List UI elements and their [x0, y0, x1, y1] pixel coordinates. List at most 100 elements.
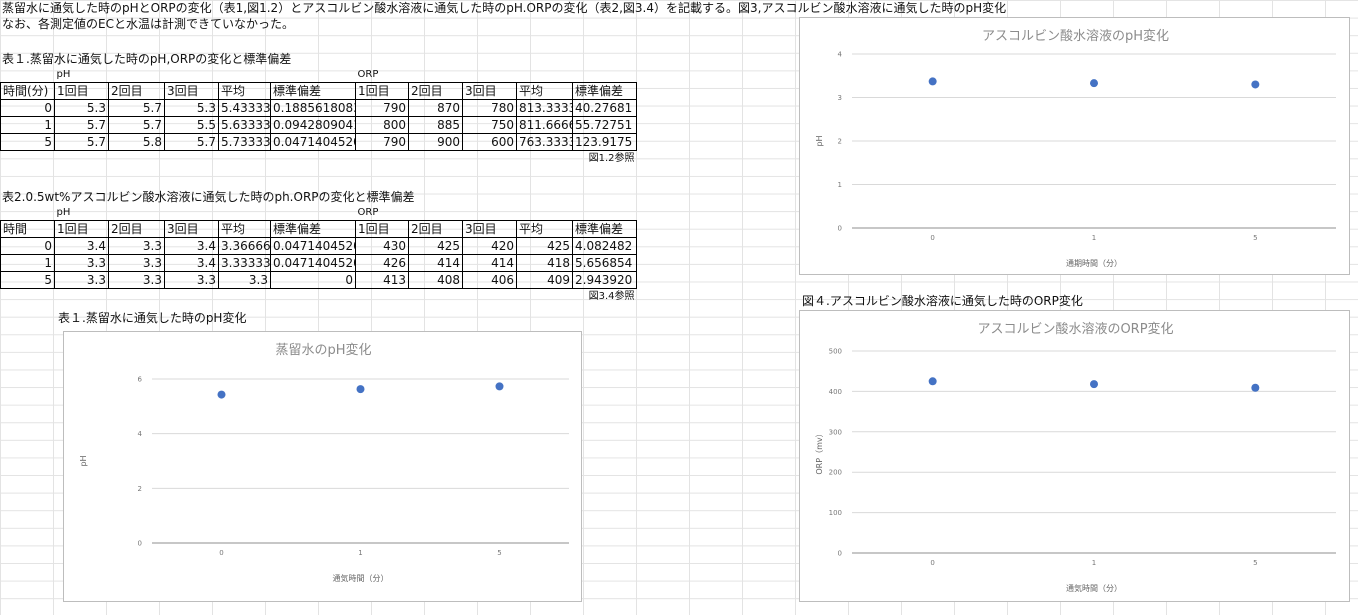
- table2-header-cell[interactable]: 平均: [218, 220, 271, 238]
- table2-cell[interactable]: 3.3: [108, 254, 165, 272]
- table1-header-cell[interactable]: 2回目: [408, 82, 463, 100]
- table1-cell[interactable]: 790: [355, 99, 409, 117]
- table1-header-cell[interactable]: 標準偏差: [572, 82, 637, 100]
- table2-cell[interactable]: 5.656854: [572, 254, 637, 272]
- table1-cell[interactable]: 800: [355, 116, 409, 134]
- table2-cell[interactable]: 1: [0, 254, 55, 272]
- table1-cell[interactable]: 780: [462, 99, 517, 117]
- table2-cell[interactable]: 3.4: [164, 254, 219, 272]
- chart-ascorbic-orp[interactable]: アスコルビン酸水溶液のORP変化 0 100 200 300 400 500 0 1 5 通気時間（…: [799, 310, 1350, 602]
- table2-header-cell[interactable]: 2回目: [108, 220, 165, 238]
- table1-cell[interactable]: 870: [408, 99, 463, 117]
- table1-group-orp[interactable]: ORP: [356, 68, 409, 83]
- table2-cell[interactable]: 0: [0, 237, 55, 255]
- chart-ascorbic-ph[interactable]: アスコルビン酸水溶液のpH変化 0 1 2 3 4 0 1 5 通期時間（分） pH: [799, 17, 1350, 275]
- table2-cell[interactable]: 420: [462, 237, 517, 255]
- table1-header-cell[interactable]: 3回目: [164, 82, 219, 100]
- table2-cell[interactable]: 414: [408, 254, 463, 272]
- table1-cell[interactable]: 811.6666: [516, 116, 573, 134]
- table2-cell[interactable]: 3.3: [54, 271, 109, 289]
- table2-cell[interactable]: 408: [408, 271, 463, 289]
- table2-cell[interactable]: 0.04714045208: [270, 237, 356, 255]
- table1-cell[interactable]: 600: [462, 133, 517, 151]
- table1-cell[interactable]: 0.18856180831: [270, 99, 356, 117]
- table2-cell[interactable]: 4.082482: [572, 237, 637, 255]
- table1-cell[interactable]: 813.3333: [516, 99, 573, 117]
- table1-cell[interactable]: 40.27681: [572, 99, 637, 117]
- table1-cell[interactable]: 763.3333: [516, 133, 573, 151]
- table2-cell[interactable]: 418: [516, 254, 573, 272]
- table1-cell[interactable]: 885: [408, 116, 463, 134]
- table2-cell[interactable]: 2.943920: [572, 271, 637, 289]
- table2-header-cell[interactable]: 平均: [516, 220, 573, 238]
- table2-cell[interactable]: 3.3: [164, 271, 219, 289]
- table1-header-cell[interactable]: 平均: [218, 82, 271, 100]
- table1-cell[interactable]: 900: [408, 133, 463, 151]
- table1-cell[interactable]: 5.7: [108, 116, 165, 134]
- table2-header-cell[interactable]: 1回目: [355, 220, 409, 238]
- table2-header-cell[interactable]: 3回目: [462, 220, 517, 238]
- table1-header-cell[interactable]: 時間(分): [0, 82, 55, 100]
- table1-cell[interactable]: 5.733333: [218, 133, 271, 151]
- table2-cell[interactable]: 3.3: [108, 271, 165, 289]
- table1-cell[interactable]: 790: [355, 133, 409, 151]
- table2-cell[interactable]: 430: [355, 237, 409, 255]
- table1-cell[interactable]: 5.7: [54, 133, 109, 151]
- table1-header-cell[interactable]: 平均: [516, 82, 573, 100]
- table1-cell[interactable]: 5: [0, 133, 55, 151]
- table1-header-cell[interactable]: 3回目: [462, 82, 517, 100]
- intro-line-2[interactable]: なお、各測定値のECと水温は計測できていなかった。: [2, 16, 294, 32]
- table2-cell[interactable]: 414: [462, 254, 517, 272]
- chart4-caption[interactable]: 図４.アスコルビン酸水溶液に通気した時のORP変化: [802, 293, 1083, 309]
- table1-cell[interactable]: 750: [462, 116, 517, 134]
- table2-cell[interactable]: 3.3: [108, 237, 165, 255]
- table1-cell[interactable]: 0: [0, 99, 55, 117]
- table2-cell[interactable]: 425: [516, 237, 573, 255]
- table2-header-cell[interactable]: 3回目: [164, 220, 219, 238]
- table2-cell[interactable]: 426: [355, 254, 409, 272]
- table1-header-cell[interactable]: 1回目: [54, 82, 109, 100]
- table1-cell[interactable]: 123.9175: [572, 133, 637, 151]
- table1-cell[interactable]: 5.3: [164, 99, 219, 117]
- table1-header-cell[interactable]: 1回目: [355, 82, 409, 100]
- table1-cell[interactable]: 0.04714045208: [270, 133, 356, 151]
- table2-cell[interactable]: 3.366666: [218, 237, 271, 255]
- table1-caption[interactable]: 表１.蒸留水に通気した時のpH,ORPの変化と標準偏差: [2, 51, 291, 67]
- table1-header-cell[interactable]: 標準偏差: [270, 82, 356, 100]
- table2-cell[interactable]: 3.4: [54, 237, 109, 255]
- table2-cell[interactable]: 3.4: [164, 237, 219, 255]
- table2-cell[interactable]: 406: [462, 271, 517, 289]
- table2-header-cell[interactable]: 2回目: [408, 220, 463, 238]
- table2-cell[interactable]: 3.333333: [218, 254, 271, 272]
- table1-cell[interactable]: 1: [0, 116, 55, 134]
- table1-cell[interactable]: 5.3: [54, 99, 109, 117]
- table2-header-cell[interactable]: 標準偏差: [572, 220, 637, 238]
- table1-group-ph[interactable]: pH: [55, 68, 109, 83]
- table1-cell[interactable]: 5.7: [108, 99, 165, 117]
- table2-header-cell[interactable]: 1回目: [54, 220, 109, 238]
- table2-cell[interactable]: 0.04714045208: [270, 254, 356, 272]
- table1-cell[interactable]: 5.433333: [218, 99, 271, 117]
- table2-header-cell[interactable]: 時間: [0, 220, 55, 238]
- table1-cell[interactable]: 5.7: [54, 116, 109, 134]
- table1-cell[interactable]: 55.72751: [572, 116, 637, 134]
- table2-cell[interactable]: 425: [408, 237, 463, 255]
- table1-cell[interactable]: 0.09428090416: [270, 116, 356, 134]
- table1-cell[interactable]: 5.8: [108, 133, 165, 151]
- table2-cell[interactable]: 3.3: [218, 271, 271, 289]
- table1-note[interactable]: 図1.2参照: [1, 151, 637, 168]
- table2-cell[interactable]: 3.3: [54, 254, 109, 272]
- table2-cell[interactable]: 0: [270, 271, 356, 289]
- chart1-caption[interactable]: 表１.蒸留水に通気した時のpH変化: [58, 310, 246, 326]
- table2-group-ph[interactable]: pH: [55, 206, 109, 221]
- table2-group-orp[interactable]: ORP: [356, 206, 409, 221]
- table2-header-cell[interactable]: 標準偏差: [270, 220, 356, 238]
- table2-cell[interactable]: 5: [0, 271, 55, 289]
- table2-cell[interactable]: 409: [516, 271, 573, 289]
- table2-note[interactable]: 図3.4参照: [1, 289, 637, 306]
- table1-cell[interactable]: 5.5: [164, 116, 219, 134]
- table1-cell[interactable]: 5.633333: [218, 116, 271, 134]
- table1-header-cell[interactable]: 2回目: [108, 82, 165, 100]
- intro-line-1[interactable]: 蒸留水に通気した時のpHとORPの変化（表1,図1.2）とアスコルビン酸水溶液に…: [2, 0, 1006, 16]
- table1-cell[interactable]: 5.7: [164, 133, 219, 151]
